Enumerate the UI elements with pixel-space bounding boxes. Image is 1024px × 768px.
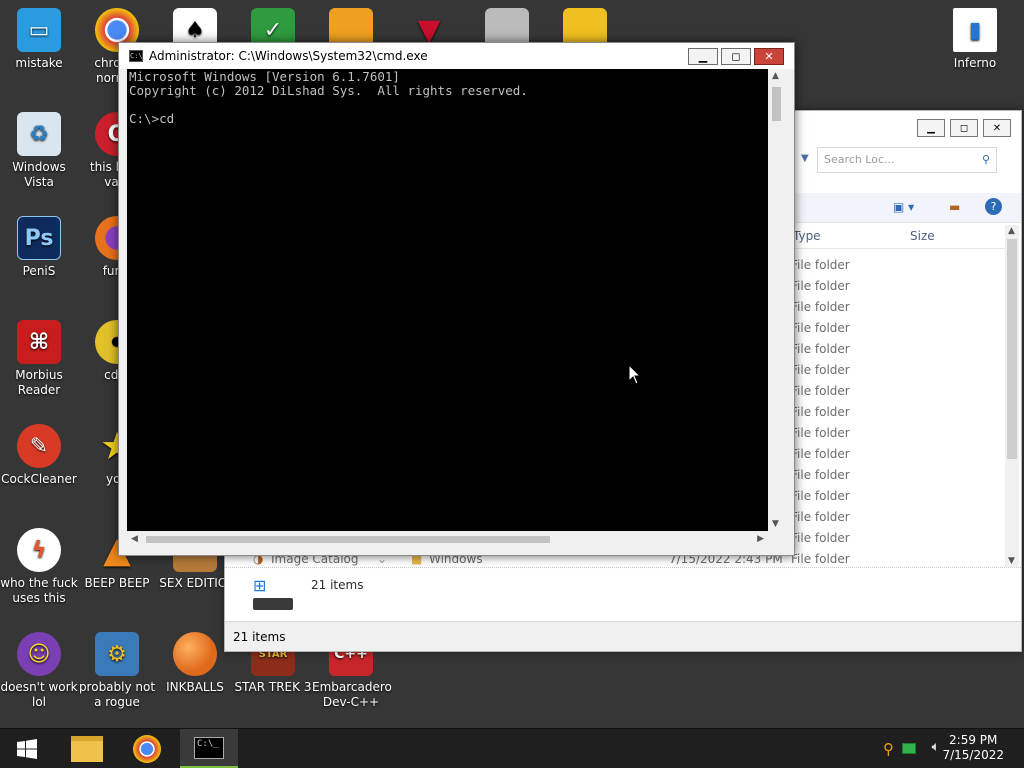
details-item-count: 21 items	[311, 578, 364, 592]
scroll-up-icon[interactable]: ▲	[772, 71, 779, 81]
desktop-icon-recycle-bin[interactable]: ♻ Windows Vista	[0, 112, 78, 190]
mouse-cursor-icon	[628, 364, 642, 385]
ball-icon	[173, 632, 217, 676]
scrollbar-thumb[interactable]	[146, 536, 550, 543]
desktop-icon-mistake[interactable]: ▭ mistake	[0, 8, 78, 71]
desktop-icon-inkballs[interactable]: INKBALLS	[156, 632, 234, 695]
taskbar-cmd[interactable]: C:\_	[180, 729, 238, 768]
start-button[interactable]	[0, 729, 54, 768]
column-type[interactable]: Type	[793, 229, 821, 243]
scroll-left-icon[interactable]: ◀	[131, 534, 138, 544]
scroll-up-icon[interactable]: ▲	[1008, 226, 1015, 236]
clock[interactable]: 2:59 PM 7/15/2022	[942, 733, 1004, 763]
help-icon[interactable]: ?	[985, 198, 1002, 215]
cmd-title: Administrator: C:\Windows\System32\cmd.e…	[149, 49, 428, 63]
volume-icon[interactable]: 🔈︎	[932, 739, 940, 755]
explorer-close-button[interactable]: ✕	[983, 119, 1011, 137]
desktop-icon-yahoo[interactable]: ☺ doesn't work lol	[0, 632, 78, 710]
cmd-titlebar[interactable]: C:\ Administrator: C:\Windows\System32\c…	[119, 43, 794, 69]
cmd-icon: C:\	[129, 50, 143, 62]
minimize-button[interactable]: ▁	[688, 48, 718, 65]
windows-logo-icon	[17, 739, 37, 759]
pdf-icon: ⌘	[17, 320, 61, 364]
settings-gears-icon: ⚙	[95, 632, 139, 676]
recycle-bin-icon: ♻	[17, 112, 61, 156]
desktop-icon-photoshop[interactable]: Ps PeniS	[0, 216, 78, 279]
preview-pane-icon[interactable]: ▬	[949, 200, 960, 214]
explorer-maximize-button[interactable]: ◻	[950, 119, 978, 137]
view-options-icon[interactable]: ▣ ▾	[893, 200, 914, 214]
explorer-scrollbar[interactable]: ▲ ▼	[1005, 225, 1019, 567]
console-output[interactable]: Microsoft Windows [Version 6.1.7601] Cop…	[127, 69, 768, 531]
scroll-down-icon[interactable]: ▼	[1008, 556, 1015, 566]
scroll-right-icon[interactable]: ▶	[757, 534, 764, 544]
taskbar-chrome[interactable]	[118, 729, 176, 768]
cmd-vertical-scrollbar[interactable]: ▲ ▼	[768, 69, 786, 531]
chrome-icon	[133, 735, 161, 763]
folder-icon	[71, 736, 103, 762]
desktop-icon-rogue[interactable]: ⚙ probably not a rogue	[78, 632, 156, 710]
details-pane: ⊞ 21 items	[225, 567, 1021, 623]
close-button[interactable]: ✕	[754, 48, 784, 65]
search-input[interactable]: Search Loc... ⚲	[817, 147, 997, 173]
cmd-horizontal-scrollbar[interactable]: ◀ ▶	[127, 531, 768, 549]
cmd-window[interactable]: C:\ Administrator: C:\Windows\System32\c…	[118, 42, 795, 556]
dropdown-icon[interactable]: ▼	[801, 153, 809, 164]
lightning-icon: ϟ	[17, 528, 61, 572]
document-icon: ▮	[953, 8, 997, 52]
yahoo-messenger-icon: ☺	[17, 632, 61, 676]
taskbar: C:\_ ⚲ 🔈︎ 2:59 PM 7/15/2022	[0, 728, 1024, 768]
desktop-icon-pdf-reader[interactable]: ⌘ Morbius Reader	[0, 320, 78, 398]
desktop-icon-ccleaner[interactable]: ✎ CockCleaner	[0, 424, 78, 487]
network-icon[interactable]	[902, 743, 916, 754]
column-size[interactable]: Size	[910, 229, 935, 243]
clock-date: 7/15/2022	[942, 748, 1004, 762]
clock-time: 2:59 PM	[949, 733, 998, 747]
desktop-icon-flash[interactable]: ϟ who the fuck uses this	[0, 528, 78, 606]
explorer-minimize-button[interactable]: ▁	[917, 119, 945, 137]
search-icon[interactable]: ⚲	[883, 740, 894, 758]
scroll-down-icon[interactable]: ▼	[772, 519, 779, 529]
cmd-icon: C:\_	[194, 736, 224, 759]
monitor-icon: ▭	[17, 8, 61, 52]
drive-icon	[253, 598, 293, 610]
windows-logo-icon: ⊞	[253, 576, 267, 595]
scrollbar-thumb[interactable]	[1007, 239, 1017, 459]
maximize-button[interactable]: ◻	[721, 48, 751, 65]
desktop-icon-inferno[interactable]: ▮ Inferno	[936, 8, 1014, 71]
photoshop-icon: Ps	[17, 216, 61, 260]
scrollbar-thumb[interactable]	[772, 87, 781, 121]
broom-icon: ✎	[17, 424, 61, 468]
status-bar: 21 items	[225, 621, 1021, 651]
status-item-count: 21 items	[233, 630, 286, 644]
search-icon: ⚲	[981, 153, 990, 166]
taskbar-file-explorer[interactable]	[58, 729, 116, 768]
